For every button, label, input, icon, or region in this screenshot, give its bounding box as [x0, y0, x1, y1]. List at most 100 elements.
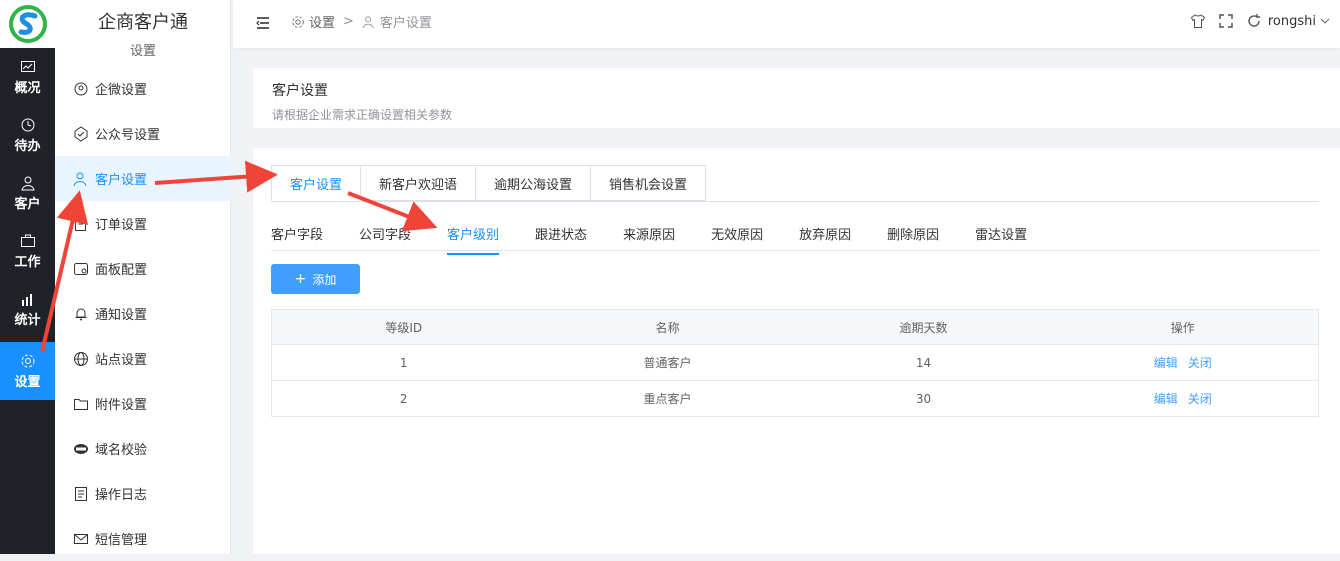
sidebar-item-notification[interactable]: 通知设置 — [55, 291, 231, 336]
rail-item-customer[interactable]: 客户 — [0, 164, 55, 222]
row-actions: 编辑 关闭 — [1047, 380, 1319, 417]
sidebar-item-label: 企微设置 — [95, 83, 148, 98]
page-description: 请根据企业需求正确设置相关参数 — [272, 108, 453, 122]
folder-icon — [74, 398, 88, 410]
table-row: 1 普通客户 14 编辑 关闭 — [271, 344, 1319, 381]
sidebar-item-customer-settings[interactable]: 客户设置 — [55, 156, 231, 201]
sidebar-item-official-account[interactable]: 公众号设置 — [55, 111, 231, 156]
sidebar-item-sms[interactable]: 短信管理 — [55, 516, 231, 561]
user-settings-icon — [73, 172, 87, 186]
add-button[interactable]: + 添加 — [271, 264, 360, 294]
bell-icon — [75, 308, 87, 320]
table-header-row: 等级ID 名称 逾期天数 操作 — [271, 309, 1319, 345]
sidebar-item-label: 公众号设置 — [95, 128, 161, 143]
breadcrumb-customer-settings: 客户设置 — [379, 16, 432, 31]
user-name[interactable]: rongshi — [1268, 14, 1316, 29]
rail-label: 工作 — [14, 254, 41, 270]
page-header-card: 客户设置 请根据企业需求正确设置相关参数 — [253, 68, 1340, 128]
level-table: 等级ID 名称 逾期天数 操作 1 普通客户 14 编辑 关闭 2 重点客户 30… — [271, 309, 1319, 417]
log-icon — [75, 486, 87, 501]
level-name: 普通客户 — [535, 344, 800, 381]
sidebar-item-order[interactable]: 订单设置 — [55, 201, 231, 246]
tab-customer-settings[interactable]: 客户设置 — [271, 165, 362, 201]
rail-item-stats[interactable]: 统计 — [0, 280, 55, 338]
settings-sidebar: 企商客户通 设置 企微设置 公众号设置 客户设置 订单设置 面板配置 通知设置 … — [55, 0, 231, 554]
tab-welcome-message[interactable]: 新客户欢迎语 — [361, 165, 477, 201]
sidebar-item-site[interactable]: 站点设置 — [55, 336, 231, 381]
column-header: 逾期天数 — [799, 309, 1048, 345]
brand-title: 企商客户通 — [98, 12, 188, 33]
sidebar-item-label: 面板配置 — [95, 263, 148, 278]
edit-link[interactable]: 编辑 — [1154, 356, 1178, 370]
level-id: 1 — [271, 344, 536, 381]
edit-link[interactable]: 编辑 — [1154, 392, 1178, 406]
rail-item-overview[interactable]: 概况 — [0, 48, 55, 106]
stats-icon — [21, 293, 32, 306]
fullscreen-icon[interactable] — [1218, 13, 1234, 29]
badge-icon — [74, 125, 88, 142]
overdue-days: 30 — [799, 380, 1048, 417]
breadcrumb: 设置 > 客户设置 — [291, 12, 432, 31]
sidebar-item-label: 短信管理 — [95, 533, 148, 548]
sidebar-item-label: 域名校验 — [95, 443, 148, 458]
main-rail: 概况 待办 客户 工作 统计 设置 — [0, 0, 55, 554]
gear-icon — [292, 15, 304, 28]
breadcrumb-settings[interactable]: 设置 — [309, 12, 335, 31]
settings-tabs: 客户设置 新客户欢迎语 逾期公海设置 销售机会设置 — [271, 165, 707, 201]
table-row: 2 重点客户 30 编辑 关闭 — [271, 380, 1319, 417]
close-link[interactable]: 关闭 — [1188, 356, 1212, 370]
subtabs-divider — [271, 250, 1319, 251]
plus-icon: + — [294, 271, 307, 287]
chevron-down-icon[interactable] — [1320, 16, 1330, 26]
page-title: 客户设置 — [272, 83, 328, 99]
tabs-divider — [271, 201, 1319, 202]
sidebar-subtitle: 设置 — [129, 44, 156, 59]
menu-toggle-icon[interactable] — [255, 15, 271, 31]
gear-icon — [21, 354, 34, 367]
sidebar-item-label: 订单设置 — [95, 218, 148, 233]
wecom-icon — [74, 82, 88, 95]
logo-icon — [8, 5, 47, 43]
sidebar-item-label: 通知设置 — [95, 308, 148, 323]
header-tools: rongshi — [1178, 13, 1330, 29]
app-logo[interactable] — [0, 0, 55, 48]
sidebar-item-wecom[interactable]: 企微设置 — [55, 66, 231, 111]
rail-label: 统计 — [14, 312, 41, 328]
sidebar-item-label: 站点设置 — [95, 353, 148, 368]
add-button-label: 添加 — [312, 272, 337, 287]
globe-icon — [74, 351, 88, 366]
domain-icon — [74, 443, 88, 454]
breadcrumb-separator: > — [343, 14, 354, 29]
chart-icon — [20, 60, 35, 72]
level-id: 2 — [271, 380, 536, 417]
tab-overdue-pool[interactable]: 逾期公海设置 — [476, 165, 592, 201]
sidebar-item-domain[interactable]: 域名校验 — [55, 426, 231, 471]
column-header: 等级ID — [271, 309, 536, 345]
shirt-icon[interactable] — [1190, 13, 1206, 29]
sidebar-item-label: 客户设置 — [95, 173, 148, 188]
tab-sales-opportunity[interactable]: 销售机会设置 — [591, 165, 707, 201]
sidebar-item-panel[interactable]: 面板配置 — [55, 246, 231, 291]
user-icon — [20, 176, 35, 190]
rail-item-work[interactable]: 工作 — [0, 222, 55, 280]
rail-item-settings[interactable]: 设置 — [0, 342, 55, 400]
rail-label: 概况 — [14, 80, 41, 96]
column-header: 操作 — [1047, 309, 1319, 345]
close-link[interactable]: 关闭 — [1188, 392, 1212, 406]
row-actions: 编辑 关闭 — [1047, 344, 1319, 381]
sidebar-item-attachment[interactable]: 附件设置 — [55, 381, 231, 426]
rail-label: 客户 — [14, 196, 41, 212]
level-name: 重点客户 — [535, 380, 800, 417]
rail-item-todo[interactable]: 待办 — [0, 106, 55, 164]
order-icon — [75, 216, 86, 231]
sidebar-item-log[interactable]: 操作日志 — [55, 471, 231, 516]
mail-icon — [74, 533, 88, 544]
top-header: 设置 > 客户设置 rongshi — [233, 0, 1340, 48]
clock-icon — [21, 118, 34, 131]
overdue-days: 14 — [799, 344, 1048, 381]
column-header: 名称 — [535, 309, 800, 345]
panel-icon — [74, 262, 88, 275]
user-settings-icon — [362, 15, 374, 28]
rail-label: 待办 — [14, 138, 41, 154]
refresh-icon[interactable] — [1246, 13, 1262, 29]
